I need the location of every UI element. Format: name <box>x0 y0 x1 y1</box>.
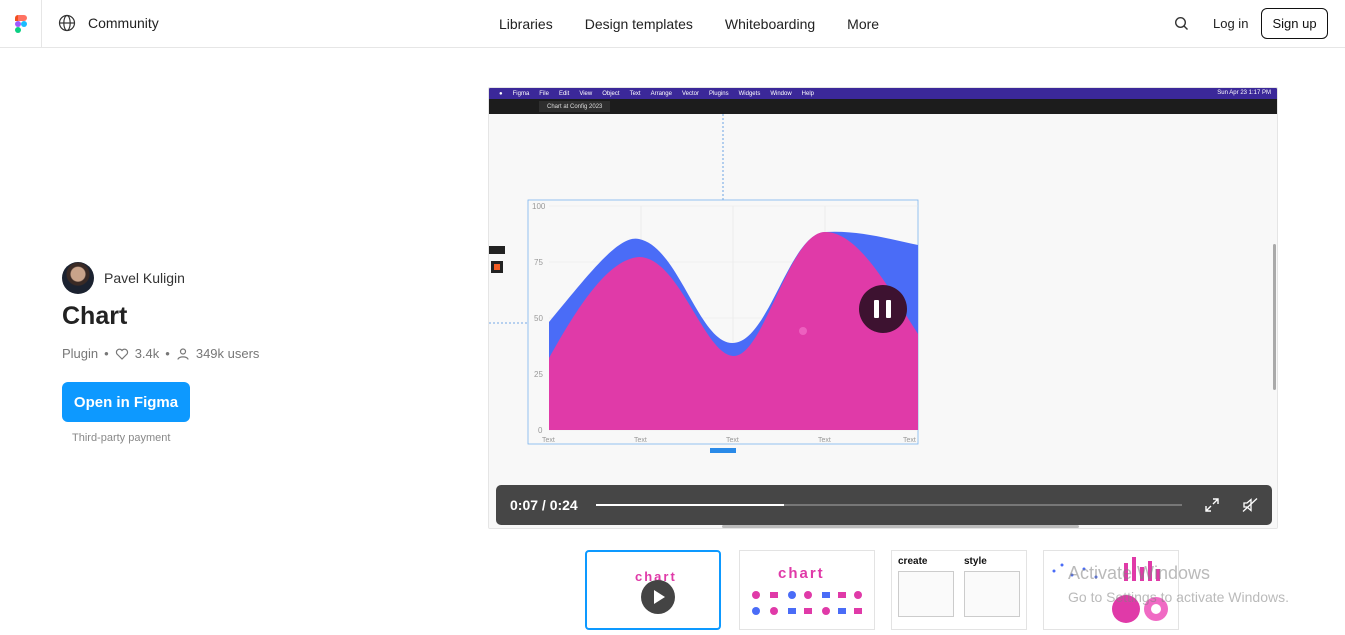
fullscreen-icon[interactable] <box>1203 496 1221 514</box>
menu-item: Object <box>602 90 620 97</box>
meta-separator: • <box>104 346 109 361</box>
y-tick-label: 0 <box>538 426 543 435</box>
plugin-type: Plugin <box>62 346 99 361</box>
y-tick-label: 100 <box>532 202 546 211</box>
y-tick-label: 25 <box>534 370 543 379</box>
nav-whiteboarding[interactable]: Whiteboarding <box>725 16 815 32</box>
globe-icon <box>58 14 76 32</box>
author[interactable]: Pavel Kuligin <box>62 262 185 294</box>
nav-design-templates[interactable]: Design templates <box>585 16 693 32</box>
author-name: Pavel Kuligin <box>104 270 185 286</box>
y-tick-label: 75 <box>534 258 543 267</box>
menu-item: Window <box>770 90 792 97</box>
community-link[interactable]: Community <box>58 14 159 32</box>
play-button[interactable] <box>641 580 675 614</box>
open-in-figma-button[interactable]: Open in Figma <box>62 382 190 422</box>
menu-item: Vector <box>681 90 699 97</box>
menu-item: Text <box>629 90 641 97</box>
file-tab-label: Chart at Config 2023 <box>547 103 603 110</box>
figma-logo-icon <box>14 14 27 33</box>
users-count: 349k users <box>195 346 260 361</box>
plugin-meta: Plugin • 3.4k • 349k users <box>62 346 259 361</box>
thumbnail-title: create <box>898 556 928 567</box>
community-label: Community <box>88 15 159 31</box>
video-progress-fill <box>596 504 784 506</box>
chart-types-icon <box>752 591 862 615</box>
thumbnail-2[interactable]: chart <box>739 550 875 630</box>
menu-item: View <box>579 90 593 97</box>
nav-more[interactable]: More <box>847 16 879 32</box>
nav-libraries[interactable]: Libraries <box>499 16 553 32</box>
video-scrollbar[interactable] <box>722 525 1079 528</box>
pause-button[interactable] <box>859 285 907 333</box>
play-icon <box>654 590 665 604</box>
chart-x-ticks: Text Text Text Text Text <box>542 437 916 444</box>
file-tab: Chart at Config 2023 <box>539 101 611 112</box>
activation-watermark-title: Activate Windows <box>1068 563 1211 583</box>
menu-item: Widgets <box>738 90 761 97</box>
video-progress[interactable] <box>596 504 1182 506</box>
thumbnail-1[interactable]: chart <box>585 550 721 630</box>
menu-item: File <box>539 90 549 97</box>
figma-tabbar: Chart at Config 2023 <box>489 99 1277 114</box>
mute-icon[interactable] <box>1241 496 1259 514</box>
pause-icon <box>874 300 879 318</box>
activation-watermark-subtitle: Go to Settings to activate Windows. <box>1068 589 1289 605</box>
menu-item: Figma <box>512 90 530 97</box>
video-controls: 0:07 / 0:24 <box>496 485 1272 525</box>
x-tick-label: Text <box>818 437 831 444</box>
x-tick-label: Text <box>903 437 916 444</box>
menu-item: Help <box>801 90 815 97</box>
chart-y-ticks: 100 75 50 25 0 <box>532 202 546 435</box>
x-tick-label: Text <box>634 437 647 444</box>
main-nav: Libraries Design templates Whiteboarding… <box>499 16 879 32</box>
heart-icon[interactable] <box>115 347 129 361</box>
thumbnail-title: style <box>964 556 987 567</box>
mac-menubar: ● Figma File Edit View Object Text Arran… <box>489 88 1277 99</box>
thumbnail-panel <box>964 571 1020 617</box>
user-icon <box>177 347 189 360</box>
payment-note: Third-party payment <box>72 432 171 444</box>
menu-item: Edit <box>558 90 570 97</box>
login-link[interactable]: Log in <box>1213 16 1248 31</box>
menu-item: Plugins <box>708 90 729 97</box>
pause-icon <box>886 300 891 318</box>
apple-icon: ● <box>499 90 503 97</box>
menu-item: Arrange <box>650 90 672 97</box>
video-time: 0:07 / 0:24 <box>510 497 578 513</box>
signup-button[interactable]: Sign up <box>1261 8 1328 39</box>
x-tick-label: Text <box>542 437 555 444</box>
avatar <box>62 262 94 294</box>
meta-separator: • <box>165 346 170 361</box>
thumbnail-3[interactable]: create style <box>891 550 1027 630</box>
thumbnail-title: chart <box>778 565 825 582</box>
x-tick-label: Text <box>726 437 739 444</box>
thumbnail-panel <box>898 571 954 617</box>
menubar-clock: Sun Apr 23 1:17 PM <box>1217 90 1271 96</box>
figma-logo[interactable] <box>0 0 42 47</box>
top-nav-bar: Community Libraries Design templates Whi… <box>0 0 1345 48</box>
y-tick-label: 50 <box>534 314 543 323</box>
canvas-scrollbar[interactable] <box>1273 244 1276 390</box>
page-title: Chart <box>62 302 128 330</box>
likes-count: 3.4k <box>134 346 160 361</box>
search-icon[interactable] <box>1172 14 1192 34</box>
